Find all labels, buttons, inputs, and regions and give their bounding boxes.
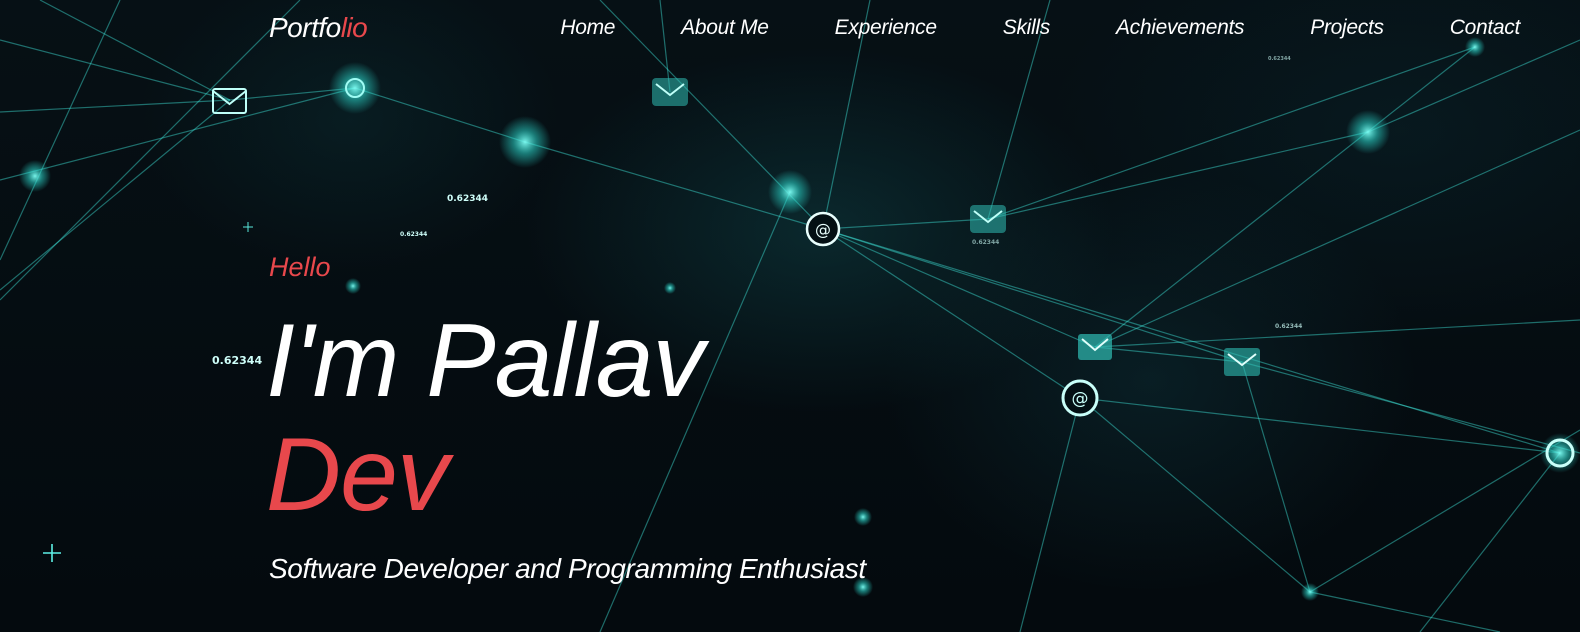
bg-number: 0.62344: [1275, 323, 1302, 330]
plus-icon: [43, 544, 61, 562]
hero-role: Dev: [266, 417, 449, 533]
hero-section: @ @ 0.62344 0.62344 0.62344 0.62344 0.62…: [0, 0, 1580, 632]
nav-item-contact[interactable]: Contact: [1450, 14, 1521, 42]
envelope-icon: [1224, 348, 1260, 376]
bg-number: 0.62344: [972, 239, 999, 246]
network-background: @ @ 0.62344 0.62344 0.62344 0.62344 0.62…: [0, 0, 1580, 632]
svg-text:@: @: [1072, 389, 1089, 409]
at-sign-icon: [1540, 433, 1580, 473]
hero-greeting: Hello: [269, 252, 331, 282]
nav-item-skills[interactable]: Skills: [1003, 14, 1051, 42]
logo-main: Portfo: [269, 12, 341, 43]
logo-accent: lio: [340, 12, 368, 43]
nav-item-home[interactable]: Home: [560, 14, 615, 42]
hero-name: I'm Pallav: [266, 303, 705, 419]
envelope-icon: [1078, 334, 1112, 360]
main-nav: Home About Me Experience Skills Achievem…: [494, 14, 1520, 42]
at-sign-icon: @: [805, 211, 841, 247]
bg-number: 0.62344: [212, 354, 262, 367]
nav-item-achievements[interactable]: Achievements: [1116, 14, 1245, 42]
svg-text:@: @: [815, 220, 831, 239]
hero-tagline: Software Developer and Programming Enthu…: [269, 553, 866, 584]
at-sign-icon: @: [1061, 379, 1099, 417]
bg-number: 0.62344: [400, 231, 427, 238]
nav-item-experience[interactable]: Experience: [835, 14, 937, 42]
bg-number: 0.62344: [1268, 56, 1291, 62]
envelope-icon: [970, 205, 1006, 233]
envelope-icon: [652, 78, 688, 106]
logo[interactable]: Portfolio: [269, 12, 368, 44]
nav-item-about-me[interactable]: About Me: [681, 14, 769, 42]
plus-icon: [243, 222, 253, 232]
nav-item-projects[interactable]: Projects: [1310, 14, 1384, 42]
bg-number: 0.62344: [447, 194, 488, 204]
